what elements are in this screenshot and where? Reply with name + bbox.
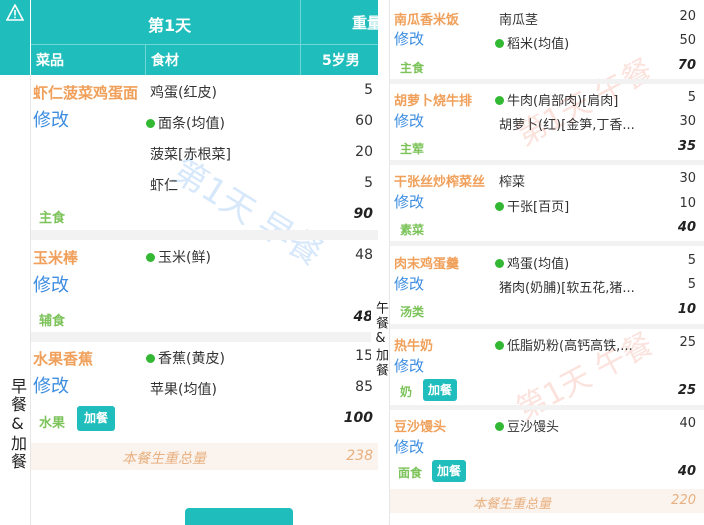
green-dot-icon [495, 202, 504, 211]
ingredient-qty: 5 [364, 175, 373, 191]
ingredient-qty: 85 [355, 379, 373, 395]
dish-total: 48 [353, 309, 373, 325]
ingredient-qty: 5 [364, 82, 373, 98]
ingredient: 香蕉(黄皮) [146, 348, 225, 368]
dish-name[interactable]: 南瓜香米饭 [394, 9, 459, 28]
green-dot-icon [146, 119, 155, 128]
left-panel: 第1天 重量 菜品 食材 5岁男 早餐&加餐 第1天 早餐 虾仁菠菜鸡蛋面 修改… [0, 0, 378, 525]
dish-total: 40 [677, 464, 696, 479]
ingredient: 猪肉(奶脯)[软五花,猪... [499, 281, 635, 296]
dish-total: 90 [353, 206, 373, 222]
ingredient-qty: 50 [679, 33, 696, 48]
edit-link[interactable]: 修改 [33, 106, 69, 132]
col-ingredient-header: 食材 [151, 53, 179, 69]
dish-name[interactable]: 肉末鸡蛋羹 [394, 253, 459, 272]
green-dot-icon [495, 39, 504, 48]
ingredient: 榨菜 [499, 175, 526, 190]
dish-tag: 主食 [400, 61, 425, 75]
green-dot-icon [495, 341, 504, 350]
ingredient-qty: 5 [687, 253, 696, 268]
ingredient: 南瓜茎 [499, 13, 539, 28]
dish-tag: 水果 [39, 416, 66, 431]
ingredient: 稻米(均值) [495, 33, 569, 52]
ingredient-qty: 60 [355, 113, 373, 129]
ingredient: 牛肉(肩部肉)[肩肉] [495, 90, 618, 109]
ingredient: 低脂奶粉(高钙高铁,... [495, 335, 633, 354]
extra-meal-button[interactable]: 加餐 [423, 379, 457, 401]
ingredient-qty: 20 [679, 9, 696, 24]
dish-name[interactable]: 玉米棒 [33, 247, 78, 268]
ingredient-qty: 5 [687, 277, 696, 292]
right-panel: 第1天 午餐 第1天 午餐 南瓜香米饭 修改 南瓜茎 20 稻米(均值) 50 … [389, 0, 704, 525]
bottom-action-button[interactable] [185, 508, 293, 525]
dish-tag: 主食 [39, 211, 66, 226]
meal-label-breakfast: 早餐&加餐 [8, 378, 27, 471]
dish-tag: 汤类 [400, 305, 425, 319]
ingredient-qty: 25 [679, 335, 696, 350]
edit-link[interactable]: 修改 [394, 191, 424, 212]
warning-icon[interactable] [6, 4, 24, 22]
meal-label-lunch: 午餐&加餐 [371, 301, 390, 378]
ingredient: 玉米(鲜) [146, 247, 211, 267]
dish-tag: 奶 [400, 385, 413, 399]
extra-meal-button[interactable]: 加餐 [77, 406, 115, 431]
edit-link[interactable]: 修改 [33, 271, 69, 297]
ingredient: 虾仁 [150, 178, 178, 194]
edit-link[interactable]: 修改 [33, 372, 69, 398]
dish-tag: 面食 [398, 466, 423, 480]
dish-total: 40 [677, 220, 696, 235]
edit-link[interactable]: 修改 [394, 355, 424, 376]
day-title: 第1天 [148, 16, 192, 35]
dish-name[interactable]: 水果香蕉 [33, 348, 93, 369]
dish-name[interactable]: 热牛奶 [394, 335, 433, 354]
dish-total: 70 [677, 58, 696, 73]
extra-meal-button[interactable]: 加餐 [432, 460, 466, 482]
edit-link[interactable]: 修改 [394, 273, 424, 294]
ingredient-qty: 10 [679, 196, 696, 211]
edit-link[interactable]: 修改 [394, 436, 424, 457]
ingredient: 胡萝卜(红)[金笋,丁香... [499, 118, 635, 133]
col-dish-header: 菜品 [36, 53, 64, 69]
ingredient-qty: 5 [687, 90, 696, 105]
ingredient-qty: 30 [679, 114, 696, 129]
green-dot-icon [495, 96, 504, 105]
dish-tag: 辅食 [39, 314, 66, 329]
dish-name[interactable]: 豆沙馒头 [394, 416, 446, 435]
dish-name[interactable]: 胡萝卜烧牛排 [394, 90, 472, 109]
ingredient-qty: 30 [679, 171, 696, 186]
ingredient-qty: 40 [679, 416, 696, 431]
ingredient: 面条(均值) [146, 113, 225, 133]
header-corner [0, 0, 31, 75]
ingredient-qty: 48 [355, 247, 373, 263]
edit-link[interactable]: 修改 [394, 28, 424, 49]
dish-name[interactable]: 干张丝炒榨菜丝 [394, 171, 485, 190]
summary-value: 238 [346, 448, 373, 464]
green-dot-icon [146, 354, 155, 363]
dish-tag: 素菜 [400, 223, 425, 237]
dish-name[interactable]: 虾仁菠菜鸡蛋面 [33, 82, 138, 103]
green-dot-icon [495, 259, 504, 268]
summary-label: 本餐生重总量 [122, 451, 206, 467]
ingredient-qty: 20 [355, 144, 373, 160]
ingredient: 豆沙馒头 [495, 416, 559, 435]
green-dot-icon [146, 253, 155, 262]
ingredient-qty: 15 [355, 348, 373, 364]
dish-tag: 主荤 [400, 142, 425, 156]
dish-total: 10 [677, 302, 696, 317]
dish-total: 100 [343, 410, 373, 426]
ingredient: 苹果(均值) [150, 382, 217, 398]
ingredient: 干张[百页] [495, 196, 569, 215]
green-dot-icon [495, 422, 504, 431]
edit-link[interactable]: 修改 [394, 110, 424, 131]
ingredient: 菠菜[赤根菜] [150, 147, 231, 163]
summary-value: 220 [671, 493, 696, 508]
weight-header: 重量 [352, 14, 378, 32]
dish-total: 25 [677, 383, 696, 398]
col-age-header: 5岁男 [322, 53, 360, 69]
dish-total: 35 [677, 139, 696, 154]
ingredient: 鸡蛋(均值) [495, 253, 569, 272]
summary-label: 本餐生重总量 [473, 497, 552, 512]
ingredient: 鸡蛋(红皮) [150, 85, 217, 101]
